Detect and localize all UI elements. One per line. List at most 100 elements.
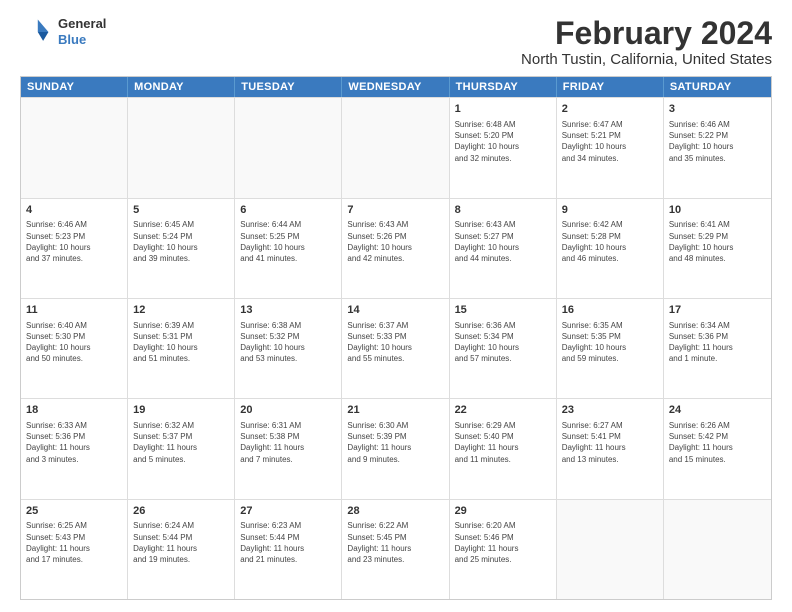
- day-number: 12: [133, 303, 229, 318]
- day-number: 25: [26, 504, 122, 519]
- day-info: Sunrise: 6:41 AM Sunset: 5:29 PM Dayligh…: [669, 219, 766, 264]
- calendar: SundayMondayTuesdayWednesdayThursdayFrid…: [20, 76, 772, 600]
- calendar-cell: 6Sunrise: 6:44 AM Sunset: 5:25 PM Daylig…: [235, 199, 342, 298]
- calendar-cell: 28Sunrise: 6:22 AM Sunset: 5:45 PM Dayli…: [342, 500, 449, 599]
- day-number: 20: [240, 403, 336, 418]
- day-info: Sunrise: 6:48 AM Sunset: 5:20 PM Dayligh…: [455, 119, 551, 164]
- logo-line2: Blue: [58, 32, 106, 48]
- main-title: February 2024: [521, 16, 772, 51]
- day-info: Sunrise: 6:30 AM Sunset: 5:39 PM Dayligh…: [347, 420, 443, 465]
- weekday-header: Thursday: [450, 77, 557, 97]
- calendar-body: 1 Sunrise: 6:48 AM Sunset: 5:20 PM Daylig…: [21, 97, 771, 599]
- calendar-row: 4Sunrise: 6:46 AM Sunset: 5:23 PM Daylig…: [21, 198, 771, 298]
- day-info: Sunrise: 6:35 AM Sunset: 5:35 PM Dayligh…: [562, 320, 658, 365]
- calendar-cell: 24 Sunrise: 6:26 AM Sunset: 5:42 PM Dayli…: [664, 399, 771, 498]
- day-number: 3: [669, 102, 766, 117]
- day-info: Sunrise: 6:23 AM Sunset: 5:44 PM Dayligh…: [240, 520, 336, 565]
- day-info: Sunrise: 6:27 AM Sunset: 5:41 PM Dayligh…: [562, 420, 658, 465]
- calendar-cell: 3 Sunrise: 6:46 AM Sunset: 5:22 PM Daylig…: [664, 98, 771, 197]
- day-number: 28: [347, 504, 443, 519]
- weekday-header: Saturday: [664, 77, 771, 97]
- day-number: 21: [347, 403, 443, 418]
- day-info: Sunrise: 6:31 AM Sunset: 5:38 PM Dayligh…: [240, 420, 336, 465]
- day-info: Sunrise: 6:38 AM Sunset: 5:32 PM Dayligh…: [240, 320, 336, 365]
- calendar-row: 25Sunrise: 6:25 AM Sunset: 5:43 PM Dayli…: [21, 499, 771, 599]
- day-number: 9: [562, 203, 658, 218]
- logo: General Blue: [20, 16, 106, 48]
- day-number: 23: [562, 403, 658, 418]
- day-info: Sunrise: 6:32 AM Sunset: 5:37 PM Dayligh…: [133, 420, 229, 465]
- calendar-cell: [664, 500, 771, 599]
- day-number: 18: [26, 403, 122, 418]
- weekday-header: Friday: [557, 77, 664, 97]
- calendar-cell: [557, 500, 664, 599]
- header: General Blue February 2024 North Tustin,…: [20, 16, 772, 68]
- logo-line1: General: [58, 16, 106, 32]
- day-number: 6: [240, 203, 336, 218]
- page: General Blue February 2024 North Tustin,…: [0, 0, 792, 612]
- calendar-cell: 4Sunrise: 6:46 AM Sunset: 5:23 PM Daylig…: [21, 199, 128, 298]
- day-number: 5: [133, 203, 229, 218]
- calendar-cell: 11 Sunrise: 6:40 AM Sunset: 5:30 PM Dayli…: [21, 299, 128, 398]
- calendar-cell: 2Sunrise: 6:47 AM Sunset: 5:21 PM Daylig…: [557, 98, 664, 197]
- calendar-cell: 15 Sunrise: 6:36 AM Sunset: 5:34 PM Dayli…: [450, 299, 557, 398]
- logo-text: General Blue: [58, 16, 106, 47]
- weekday-header: Monday: [128, 77, 235, 97]
- day-number: 11: [26, 303, 122, 318]
- calendar-header: SundayMondayTuesdayWednesdayThursdayFrid…: [21, 77, 771, 97]
- logo-icon: [20, 16, 52, 48]
- calendar-cell: 16 Sunrise: 6:35 AM Sunset: 5:35 PM Dayli…: [557, 299, 664, 398]
- day-number: 27: [240, 504, 336, 519]
- calendar-cell: [128, 98, 235, 197]
- day-info: Sunrise: 6:29 AM Sunset: 5:40 PM Dayligh…: [455, 420, 551, 465]
- weekday-header: Tuesday: [235, 77, 342, 97]
- day-info: Sunrise: 6:46 AM Sunset: 5:23 PM Dayligh…: [26, 219, 122, 264]
- day-number: 22: [455, 403, 551, 418]
- day-info: Sunrise: 6:39 AM Sunset: 5:31 PM Dayligh…: [133, 320, 229, 365]
- day-number: 14: [347, 303, 443, 318]
- day-info: Sunrise: 6:22 AM Sunset: 5:45 PM Dayligh…: [347, 520, 443, 565]
- day-number: 8: [455, 203, 551, 218]
- calendar-row: 1 Sunrise: 6:48 AM Sunset: 5:20 PM Daylig…: [21, 97, 771, 197]
- day-info: Sunrise: 6:46 AM Sunset: 5:22 PM Dayligh…: [669, 119, 766, 164]
- day-number: 19: [133, 403, 229, 418]
- day-info: Sunrise: 6:25 AM Sunset: 5:43 PM Dayligh…: [26, 520, 122, 565]
- day-info: Sunrise: 6:42 AM Sunset: 5:28 PM Dayligh…: [562, 219, 658, 264]
- day-number: 4: [26, 203, 122, 218]
- calendar-cell: [235, 98, 342, 197]
- calendar-cell: 8Sunrise: 6:43 AM Sunset: 5:27 PM Daylig…: [450, 199, 557, 298]
- day-number: 17: [669, 303, 766, 318]
- day-number: 26: [133, 504, 229, 519]
- day-info: Sunrise: 6:26 AM Sunset: 5:42 PM Dayligh…: [669, 420, 766, 465]
- day-number: 16: [562, 303, 658, 318]
- day-number: 29: [455, 504, 551, 519]
- day-info: Sunrise: 6:20 AM Sunset: 5:46 PM Dayligh…: [455, 520, 551, 565]
- calendar-cell: [342, 98, 449, 197]
- day-info: Sunrise: 6:24 AM Sunset: 5:44 PM Dayligh…: [133, 520, 229, 565]
- calendar-cell: 26Sunrise: 6:24 AM Sunset: 5:44 PM Dayli…: [128, 500, 235, 599]
- calendar-row: 18 Sunrise: 6:33 AM Sunset: 5:36 PM Dayli…: [21, 398, 771, 498]
- day-number: 2: [562, 102, 658, 117]
- day-number: 24: [669, 403, 766, 418]
- weekday-header: Sunday: [21, 77, 128, 97]
- calendar-cell: 22 Sunrise: 6:29 AM Sunset: 5:40 PM Dayli…: [450, 399, 557, 498]
- day-info: Sunrise: 6:43 AM Sunset: 5:27 PM Dayligh…: [455, 219, 551, 264]
- day-number: 1: [455, 102, 551, 117]
- day-info: Sunrise: 6:43 AM Sunset: 5:26 PM Dayligh…: [347, 219, 443, 264]
- day-info: Sunrise: 6:40 AM Sunset: 5:30 PM Dayligh…: [26, 320, 122, 365]
- title-block: February 2024 North Tustin, California, …: [521, 16, 772, 68]
- calendar-cell: 23 Sunrise: 6:27 AM Sunset: 5:41 PM Dayli…: [557, 399, 664, 498]
- calendar-cell: 12 Sunrise: 6:39 AM Sunset: 5:31 PM Dayli…: [128, 299, 235, 398]
- calendar-cell: 25Sunrise: 6:25 AM Sunset: 5:43 PM Dayli…: [21, 500, 128, 599]
- weekday-header: Wednesday: [342, 77, 449, 97]
- calendar-cell: 20 Sunrise: 6:31 AM Sunset: 5:38 PM Dayli…: [235, 399, 342, 498]
- day-number: 15: [455, 303, 551, 318]
- day-number: 10: [669, 203, 766, 218]
- calendar-cell: 14Sunrise: 6:37 AM Sunset: 5:33 PM Dayli…: [342, 299, 449, 398]
- calendar-cell: 21 Sunrise: 6:30 AM Sunset: 5:39 PM Dayli…: [342, 399, 449, 498]
- day-number: 7: [347, 203, 443, 218]
- day-info: Sunrise: 6:36 AM Sunset: 5:34 PM Dayligh…: [455, 320, 551, 365]
- day-info: Sunrise: 6:33 AM Sunset: 5:36 PM Dayligh…: [26, 420, 122, 465]
- calendar-cell: 9Sunrise: 6:42 AM Sunset: 5:28 PM Daylig…: [557, 199, 664, 298]
- calendar-cell: [21, 98, 128, 197]
